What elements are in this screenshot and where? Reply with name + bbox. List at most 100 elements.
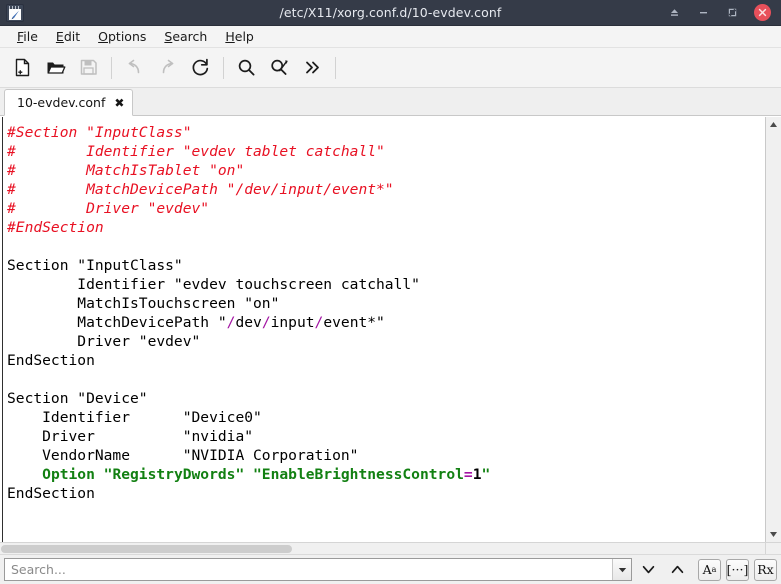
regex-label: Rx [757,562,774,577]
search-input[interactable] [5,559,612,580]
code-line: EndSection [7,351,765,370]
search-field[interactable] [4,558,632,581]
search-bar: Aa [···] Rx [0,554,781,584]
code-token: Identifier "evdev touchscreen catchall" [7,276,420,293]
menu-options-mnemonic: O [98,29,108,44]
code-token: 1 [472,466,482,483]
find-replace-icon[interactable] [264,53,295,83]
code-token: Section "Device" [7,390,148,407]
menu-help-mnemonic: H [225,29,235,44]
code-line: #EndSection [7,218,765,237]
code-token: / [261,314,271,331]
menu-edit-mnemonic: E [55,29,64,44]
toolbar [0,48,781,88]
code-token: Driver "nvidia" [7,428,254,445]
code-token: # MatchIsTablet "on" [7,162,245,179]
code-content[interactable]: #Section "InputClass" # Identifier "evdev… [3,117,765,542]
code-line: MatchDevicePath "/dev/input/event*" [7,313,765,332]
code-line: EndSection [7,484,765,503]
code-token: event*" [323,314,385,331]
menu-edit[interactable]: Edit [47,27,89,46]
vertical-scrollbar-track[interactable] [766,132,781,527]
code-line: MatchIsTouchscreen "on" [7,294,765,313]
shade-button[interactable] [667,5,682,20]
tab-close-icon[interactable]: ✖ [114,97,124,109]
menu-options-label: ptions [107,29,147,44]
toolbar-separator-2 [223,56,224,79]
code-line: #Section "InputClass" [7,123,765,142]
menu-file[interactable]: File [8,27,47,46]
code-token: Driver "evdev" [7,333,201,350]
code-token: Section "InputClass" [7,257,183,274]
whole-word-label: [···] [726,562,749,577]
minimize-button[interactable] [696,5,711,20]
code-line: Option "RegistryDwords" "EnableBrightnes… [7,465,765,484]
close-button[interactable] [754,4,771,21]
find-next-button[interactable] [635,558,661,582]
tab-bar: 10-evdev.conf ✖ [0,88,781,116]
code-line: Identifier "evdev touchscreen catchall" [7,275,765,294]
vertical-scrollbar[interactable] [765,117,781,542]
scroll-down-arrow-icon[interactable] [766,527,781,542]
code-token: #EndSection [7,219,104,236]
code-line: Section "InputClass" [7,256,765,275]
match-case-button[interactable]: Aa [698,558,721,581]
text-editor-window: /etc/X11/xorg.conf.d/10-evdev.conf File … [0,0,781,584]
code-line: Identifier "Device0" [7,408,765,427]
code-token: input [270,314,315,331]
find-previous-button[interactable] [664,558,690,582]
code-token: MatchDevicePath " [7,314,227,331]
undo-icon [119,53,150,83]
menu-bar: File Edit Options Search Help [0,26,781,48]
toolbar-separator-3 [335,56,336,79]
window-buttons [667,4,781,21]
open-folder-icon[interactable] [40,53,71,83]
reload-icon[interactable] [185,53,216,83]
search-icon[interactable] [231,53,262,83]
code-token: dev [235,314,262,331]
search-history-dropdown-icon[interactable] [612,559,631,580]
save-icon [73,53,104,83]
new-file-icon[interactable] [7,53,38,83]
menu-file-label: ile [23,29,38,44]
code-token: MatchIsTouchscreen "on" [7,295,280,312]
code-token: # Driver "evdev" [7,200,210,217]
code-line: # Identifier "evdev tablet catchall" [7,142,765,161]
code-token: # MatchDevicePath "/dev/input/event*" [7,181,394,198]
menu-help-label: elp [234,29,254,44]
title-bar: /etc/X11/xorg.conf.d/10-evdev.conf [0,0,781,26]
overflow-chevrons-icon[interactable] [297,53,328,83]
menu-search-label: earch [172,29,208,44]
menu-help[interactable]: Help [216,27,263,46]
code-token: " [481,466,491,483]
menu-options[interactable]: Options [89,27,155,46]
horizontal-scrollbar-thumb[interactable] [1,545,292,553]
tab-10-evdev-conf[interactable]: 10-evdev.conf ✖ [4,89,134,116]
scrollbar-corner [765,543,781,554]
code-token: = [463,466,473,483]
horizontal-scrollbar-row [0,542,781,554]
code-line: # Driver "evdev" [7,199,765,218]
toolbar-separator-1 [111,56,112,79]
code-line: Driver "evdev" [7,332,765,351]
restore-button[interactable] [725,5,740,20]
code-line: # MatchDevicePath "/dev/input/event*" [7,180,765,199]
text-editor-icon [6,3,24,22]
whole-word-button[interactable]: [···] [726,558,749,581]
window-title: /etc/X11/xorg.conf.d/10-evdev.conf [279,5,502,20]
code-token: # Identifier "evdev tablet catchall" [7,143,385,160]
code-token: #Section "InputClass" [7,124,192,141]
scroll-up-arrow-icon[interactable] [766,117,781,132]
menu-edit-label: dit [63,29,81,44]
tab-label: 10-evdev.conf [17,95,106,110]
code-token: VendorName "NVIDIA Corporation" [7,447,359,464]
regex-button[interactable]: Rx [754,558,777,581]
code-token: EndSection [7,352,95,369]
horizontal-scrollbar[interactable] [0,543,765,554]
code-token: Identifier "Device0" [7,409,262,426]
code-line: Section "Device" [7,389,765,408]
menu-search[interactable]: Search [155,27,216,46]
